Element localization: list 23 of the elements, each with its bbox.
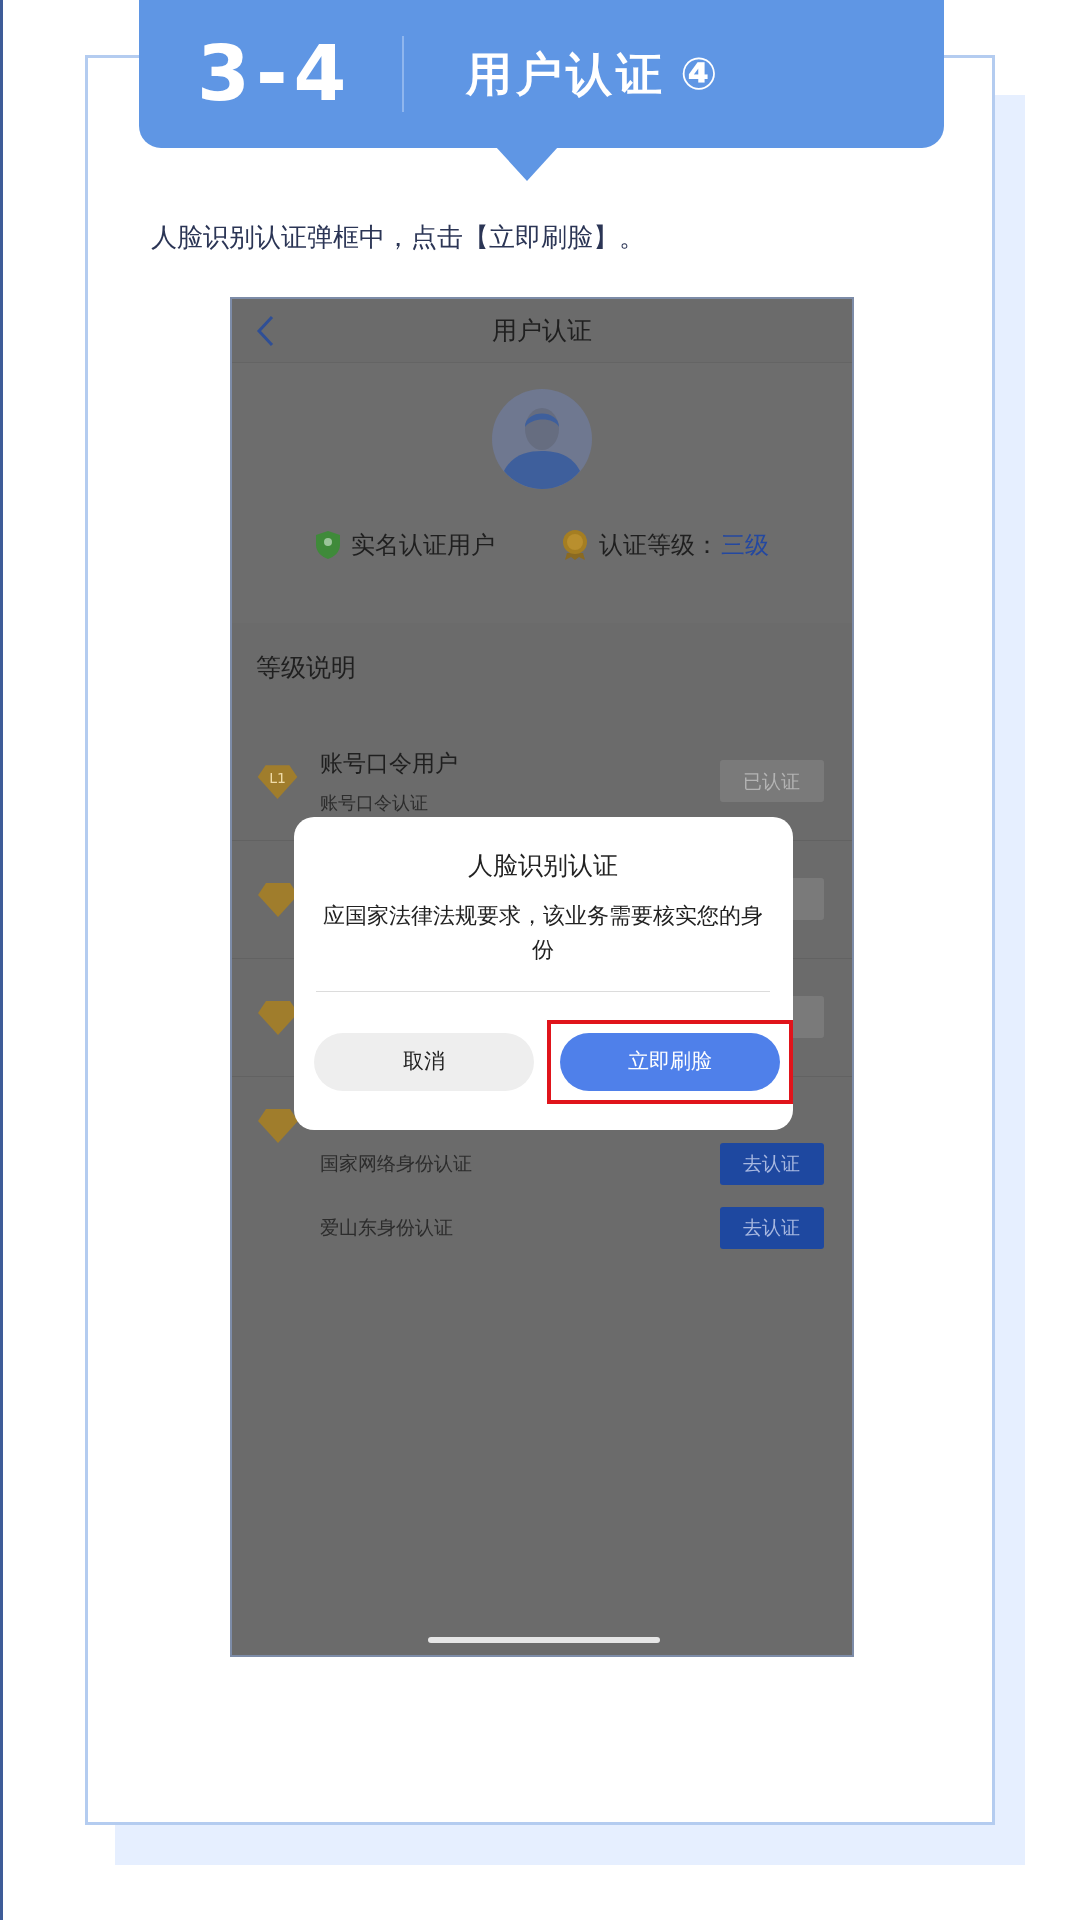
dialog-title: 人脸识别认证 xyxy=(468,850,618,882)
level-value: 三级 xyxy=(720,530,769,561)
level-title: 账号口令用户 xyxy=(319,749,459,779)
instruction-text: 人脸识别认证弹框中，点击【立即刷脸】。 xyxy=(151,222,645,252)
method-label: 国家网络身份认证 xyxy=(319,1151,473,1177)
medal-icon xyxy=(560,529,589,561)
dialog-message: 应国家法律法规要求，该业务需要核实您的身份 xyxy=(323,901,763,964)
nav-title: 用户认证 xyxy=(491,314,592,347)
shield-icon xyxy=(314,530,341,560)
step-number: ④ xyxy=(680,47,718,101)
method-label: 爱山东身份认证 xyxy=(319,1215,454,1241)
status-label: 实名认证用户 xyxy=(350,530,495,561)
section-number: 3-4 xyxy=(197,28,353,120)
level-button[interactable]: 去认证 xyxy=(719,1142,824,1185)
dialog-button[interactable]: 立即刷脸 xyxy=(559,1032,780,1091)
status-label: 认证等级： xyxy=(598,530,719,561)
level-button[interactable]: 去认证 xyxy=(719,1206,824,1249)
dialog-button[interactable]: 取消 xyxy=(313,1032,534,1091)
section-heading: 等级说明 xyxy=(255,653,356,682)
level-subtitle: 账号口令认证 xyxy=(319,790,429,815)
back-icon[interactable] xyxy=(255,314,274,347)
section-title: 用户认证 xyxy=(466,45,667,103)
avatar-icon xyxy=(491,389,592,489)
